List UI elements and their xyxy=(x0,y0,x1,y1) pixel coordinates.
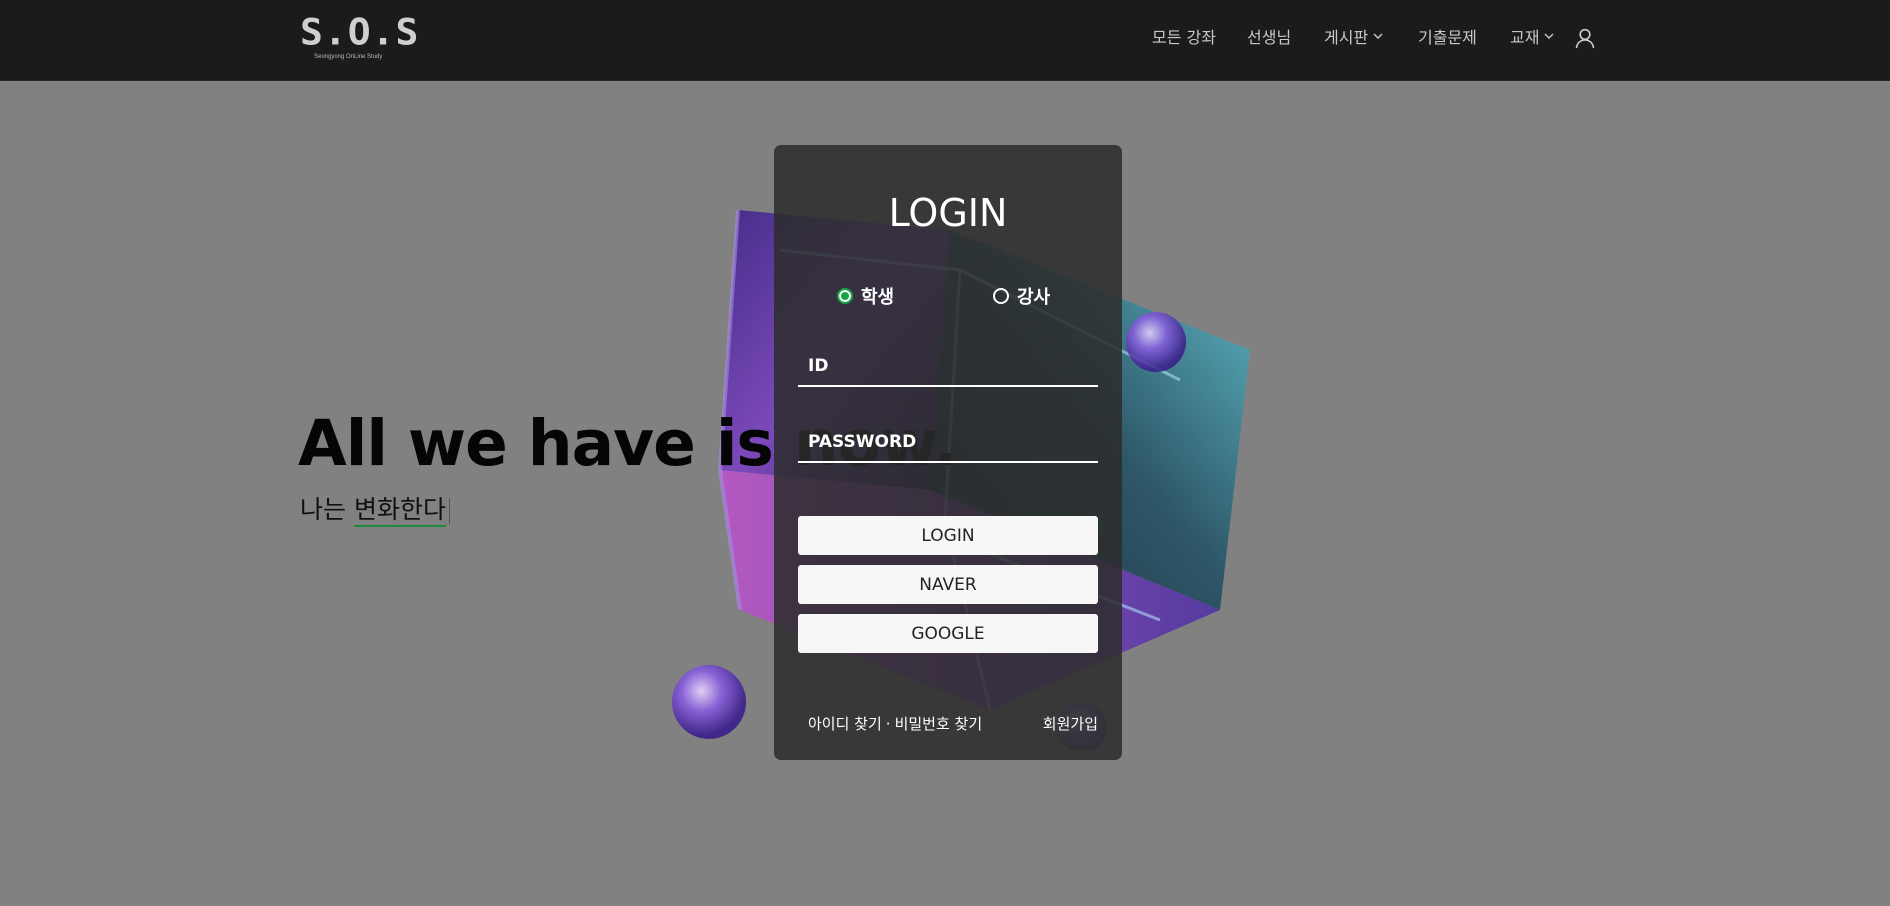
nav-label: 모든 강좌 xyxy=(1152,28,1216,47)
role-label: 강사 xyxy=(1017,287,1051,308)
signup-link[interactable]: 회원가입 xyxy=(1043,713,1098,734)
nav-past-exams[interactable]: 기출문제 xyxy=(1418,24,1477,48)
chevron-down-icon xyxy=(1544,33,1554,39)
top-navbar: S.O.S Seongyong OnLine Study 모든 강좌 선생님 게… xyxy=(0,0,1890,81)
role-instructor-radio[interactable]: 강사 xyxy=(993,283,1050,309)
nav-textbooks[interactable]: 교재 xyxy=(1510,24,1555,48)
naver-login-button[interactable]: NAVER xyxy=(798,565,1098,604)
nav-label: 기출문제 xyxy=(1418,28,1477,47)
site-logo[interactable]: S.O.S Seongyong OnLine Study xyxy=(300,11,420,62)
hero-subtitle: 나는 변화한다 xyxy=(300,490,450,527)
nav-label: 게시판 xyxy=(1324,28,1369,47)
nav-all-courses[interactable]: 모든 강좌 xyxy=(1152,24,1216,48)
logo-mark: S.O.S xyxy=(300,11,420,53)
find-password-link[interactable]: 비밀번호 찾기 xyxy=(895,715,983,733)
password-input[interactable] xyxy=(798,423,1098,463)
google-login-button[interactable]: GOOGLE xyxy=(798,614,1098,653)
hero-subtitle-prefix: 나는 xyxy=(300,495,354,524)
logo-subtitle: Seongyong OnLine Study xyxy=(314,54,383,60)
hero-subtitle-typed: 변화한다 xyxy=(353,495,446,527)
role-student-radio[interactable]: 학생 xyxy=(837,283,894,309)
login-panel: LOGIN 학생 강사 LOGIN NAVER GOOGLE 아이디 찾기·비밀… xyxy=(774,145,1122,760)
radio-unchecked-icon xyxy=(993,288,1009,304)
nav-board[interactable]: 게시판 xyxy=(1324,24,1384,48)
account-recovery-links: 아이디 찾기 · 비밀번호 찾기 xyxy=(808,713,982,734)
radio-checked-icon xyxy=(837,288,853,304)
login-title: LOGIN xyxy=(888,191,1008,235)
find-id-link[interactable]: 아이디 찾기 xyxy=(808,715,882,733)
link-separator: · xyxy=(885,715,891,733)
nav-teachers[interactable]: 선생님 xyxy=(1247,24,1291,48)
nav-label: 교재 xyxy=(1510,28,1540,47)
typing-caret xyxy=(448,498,450,524)
role-label: 학생 xyxy=(861,287,895,308)
chevron-down-icon xyxy=(1373,33,1383,39)
user-icon[interactable] xyxy=(1574,27,1596,49)
login-button[interactable]: LOGIN xyxy=(798,516,1098,555)
nav-label: 선생님 xyxy=(1247,28,1292,47)
id-input[interactable] xyxy=(798,347,1098,387)
